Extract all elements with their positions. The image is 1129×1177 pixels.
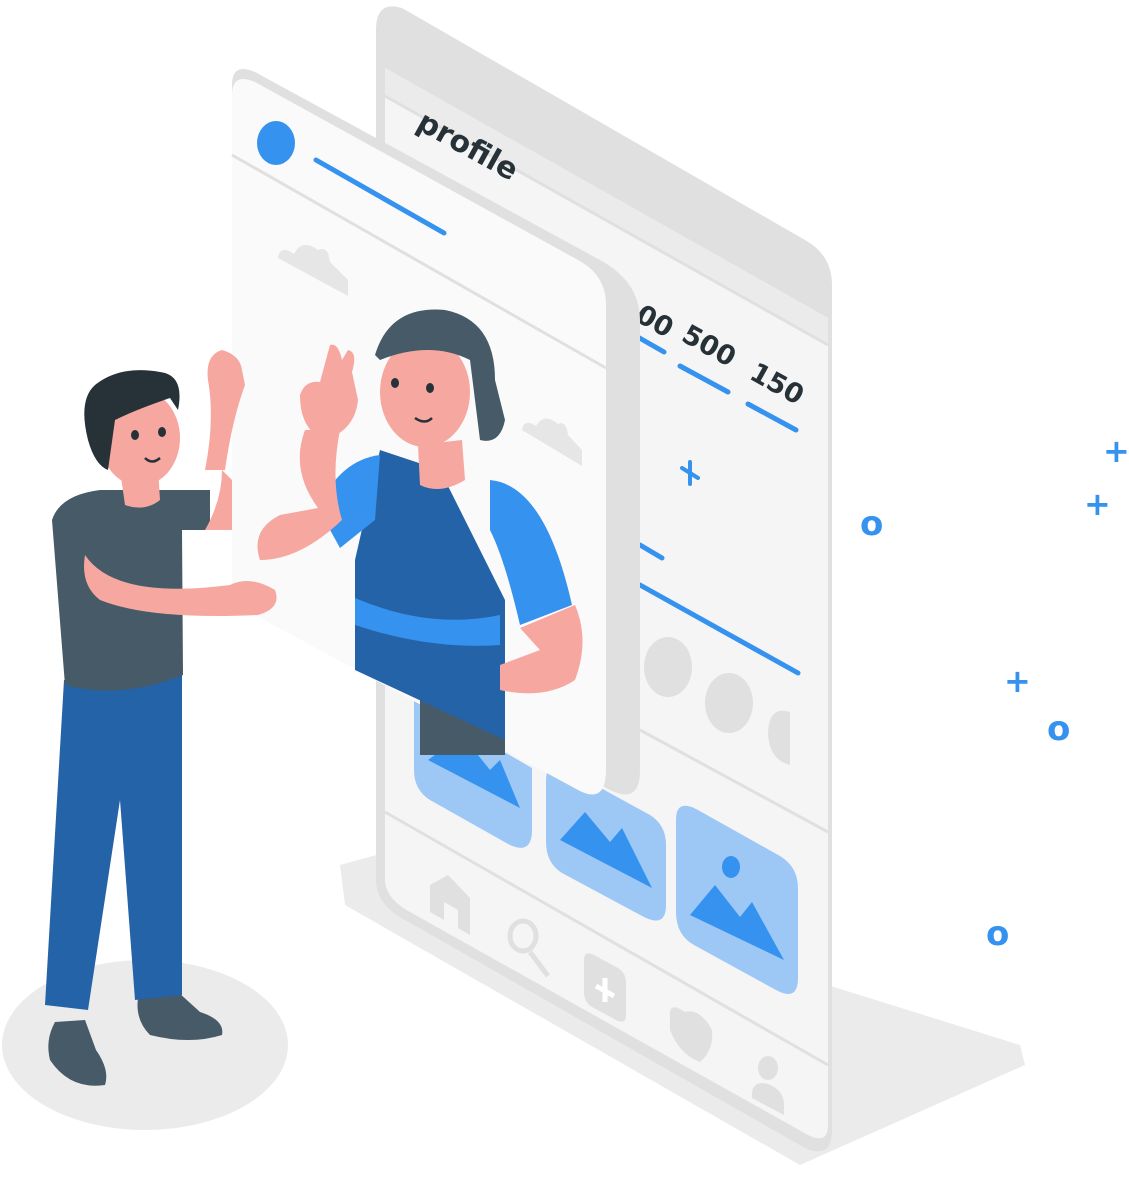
decor-plus: + bbox=[1004, 662, 1031, 700]
decor-circle: o bbox=[1047, 709, 1070, 749]
illustration: profile 00 500 150 + o + + o o bbox=[2, 6, 1129, 1165]
decor-plus: + bbox=[1103, 432, 1129, 470]
story-highlight bbox=[644, 637, 692, 697]
post-avatar bbox=[257, 121, 295, 165]
decor-circle: o bbox=[986, 914, 1009, 954]
story-highlight bbox=[705, 673, 753, 733]
decor-plus: + bbox=[1084, 485, 1111, 523]
decor-circle: o bbox=[860, 504, 883, 544]
